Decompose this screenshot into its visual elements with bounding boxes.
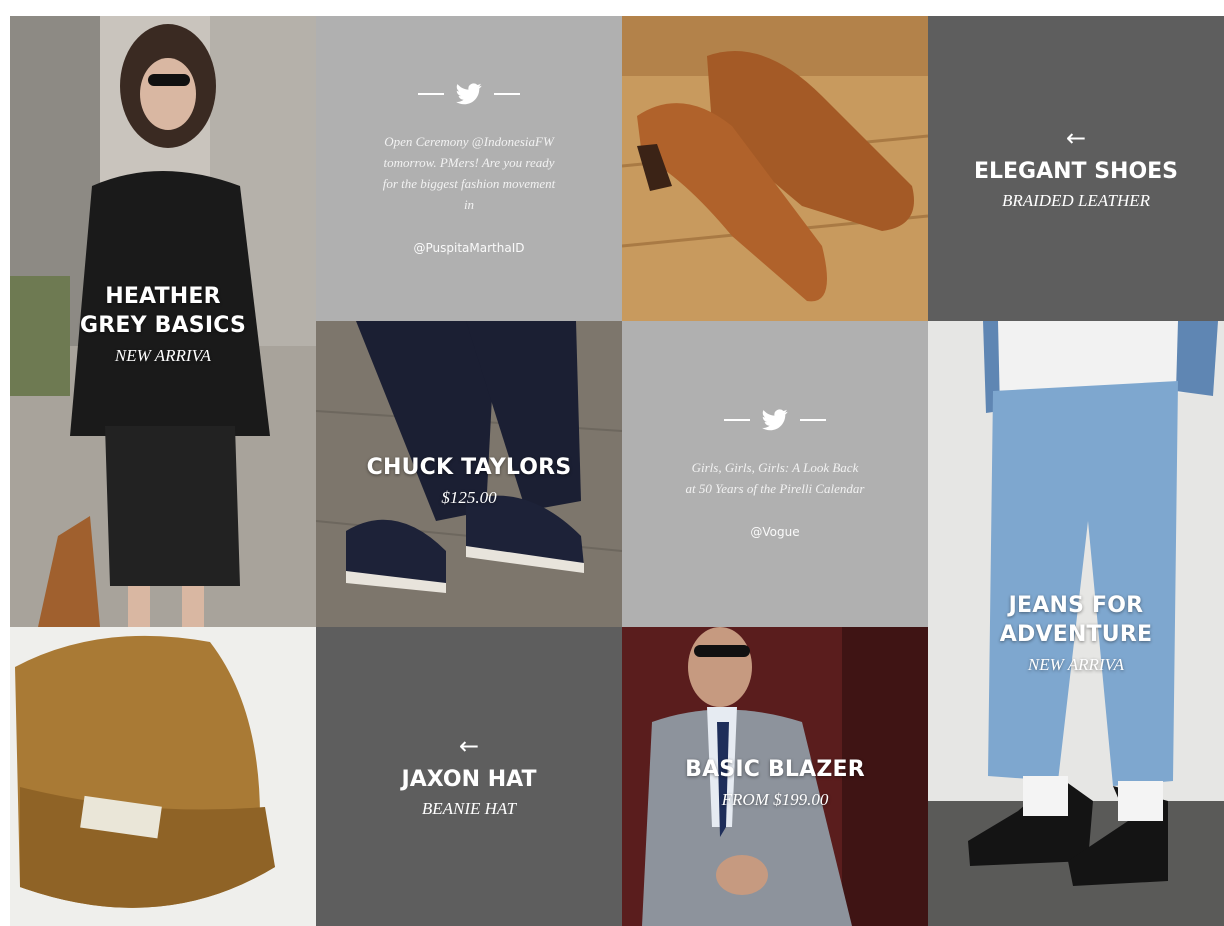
heather-overlay: HEATHER GREY BASICS NEW ARRIVA (10, 282, 316, 368)
jeans-title-line2: ADVENTURE (999, 622, 1153, 647)
tile-jeans-for-adventure[interactable]: JEANS FOR ADVENTURE NEW ARRIVA (928, 321, 1224, 926)
tile-chuck-taylors[interactable]: CHUCK TAYLORS $125.00 (316, 321, 622, 627)
divider (800, 419, 826, 421)
elegant-subtitle: BRAIDED LEATHER (1001, 191, 1151, 210)
jaxon-subtitle: BEANIE HAT (421, 799, 517, 818)
heather-title-line2: GREY BASICS (79, 313, 247, 338)
jeans-title-line1: JEANS FOR (1008, 593, 1144, 618)
tweet-header (418, 82, 520, 105)
tile-jaxon-hat[interactable]: ← JAXON HAT BEANIE HAT (316, 627, 622, 926)
heather-subtitle: NEW ARRIVA (114, 346, 212, 365)
arrow-left-icon: ← (1065, 124, 1087, 152)
product-grid: HEATHER GREY BASICS NEW ARRIVA Open Cere… (10, 16, 1224, 926)
tile-beanie-photo[interactable] (10, 627, 316, 926)
jaxon-title: JAXON HAT (401, 767, 537, 792)
shoes-photo (622, 16, 928, 321)
chuck-title: CHUCK TAYLORS (366, 455, 572, 480)
blazer-subtitle: FROM $199.00 (721, 790, 829, 809)
jeans-overlay: JEANS FOR ADVENTURE NEW ARRIVA (928, 591, 1224, 677)
arrow-left-icon: ← (458, 732, 480, 760)
divider (494, 92, 520, 95)
blazer-title: BASIC BLAZER (685, 757, 865, 782)
tile-tweet-vogue[interactable]: Girls, Girls, Girls: A Look Back at 50 Y… (622, 321, 928, 627)
tweet-header (724, 409, 826, 431)
tile-heather-grey-basics[interactable]: HEATHER GREY BASICS NEW ARRIVA (10, 16, 316, 627)
twitter-bird-icon (762, 409, 788, 431)
chuck-subtitle: $125.00 (441, 488, 497, 507)
tweet-handle[interactable]: @Vogue (750, 525, 799, 539)
tile-elegant-shoes[interactable]: ← ELEGANT SHOES BRAIDED LEATHER (928, 16, 1224, 321)
tile-shoes-photo[interactable] (622, 16, 928, 321)
tile-basic-blazer[interactable]: BASIC BLAZER FROM $199.00 (622, 627, 928, 926)
tweet-text: Girls, Girls, Girls: A Look Back at 50 Y… (685, 460, 865, 496)
chuck-overlay: CHUCK TAYLORS $125.00 (316, 453, 622, 510)
tweet-handle[interactable]: @PuspitaMarthaID (414, 241, 525, 255)
blazer-overlay: BASIC BLAZER FROM $199.00 (622, 755, 928, 812)
tweet-text: Open Ceremony @IndonesiaFW tomorrow. PMe… (382, 133, 556, 212)
elegant-title: ELEGANT SHOES (973, 159, 1179, 184)
twitter-bird-icon (456, 82, 482, 104)
jeans-subtitle: NEW ARRIVA (1027, 655, 1125, 674)
divider (418, 92, 444, 95)
heather-title-line1: HEATHER (105, 284, 221, 309)
beanie-photo (10, 627, 316, 926)
divider (724, 419, 750, 421)
tile-tweet-indonesiafw[interactable]: Open Ceremony @IndonesiaFW tomorrow. PMe… (316, 16, 622, 321)
